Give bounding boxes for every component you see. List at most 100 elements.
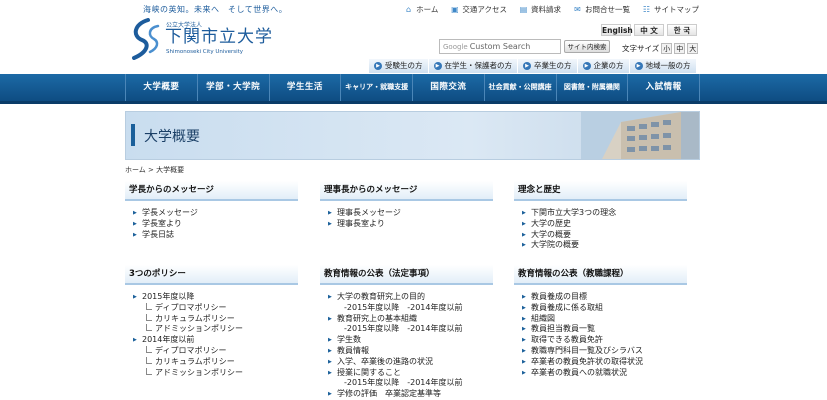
panel-link[interactable]: 大学の教育研究上の目的 [328, 292, 493, 303]
panel-link[interactable]: 組織図 [522, 314, 687, 325]
panel-link-list: 理事長メッセージ理事長室より [320, 208, 493, 230]
audience-label: 地域一般の方 [645, 61, 691, 70]
top-link-document[interactable]: ▤ 資料請求 [519, 4, 561, 15]
panel-heading: 理念と歴史 [514, 181, 687, 201]
document-icon: ▤ [519, 5, 528, 14]
language-korean-button[interactable]: 한 국 [667, 24, 697, 36]
panel-link[interactable]: 2015年度以降 [133, 292, 298, 303]
global-nav: 大学概要 学部・大学院 学生生活 キャリア・就職支援 国際交流 社会貢献・公開講座 図書館・… [0, 74, 827, 104]
language-switcher: English 中 文한 국 [601, 24, 697, 36]
year-links[interactable]: -2015年度以降 -2014年度以前 [328, 378, 493, 389]
panel-link[interactable]: 学長日誌 [133, 230, 298, 241]
panel-link[interactable]: 学修の評価 卒業認定基準等 [328, 389, 493, 400]
audience-label: 受験生の方 [385, 61, 423, 70]
top-link-bus[interactable]: ▣ 交通アクセス [450, 4, 507, 15]
panel-link[interactable]: 入学、卒業後の進路の状況 [328, 357, 493, 368]
panel-link[interactable]: 取得できる教員免許 [522, 335, 687, 346]
mail-icon: ✉ [574, 5, 581, 14]
font-size-medium-button[interactable]: 中 [674, 43, 686, 54]
panel-heading: 3つのポリシー [125, 265, 298, 285]
audience-link[interactable]: ▶ 在学生・保護者の方 [427, 59, 517, 73]
panel-link[interactable]: 大学の概要 [522, 230, 687, 241]
panel-link-list: 下関市立大学3つの理念大学の歴史大学の概要大学院の概要 [514, 208, 687, 251]
audience-label: 在学生・保護者の方 [444, 61, 513, 70]
panel-link[interactable]: 理事長メッセージ [328, 208, 493, 219]
panel-link[interactable]: 教員養成の目標 [522, 292, 687, 303]
nav-item[interactable]: 国際交流 [413, 74, 485, 101]
audience-label: 企業の方 [593, 61, 624, 70]
panel-link[interactable]: 授業に関すること [328, 368, 493, 379]
search-brand: Google [443, 43, 468, 51]
link-panel: 3つのポリシー 2015年度以降ディプロマポリシーカリキュラムポリシーアドミッショ… [125, 265, 298, 378]
panel-link[interactable]: 教員養成に係る取組 [522, 303, 687, 314]
logo-english-name: Shimonoseki City University [166, 49, 244, 55]
sub-link[interactable]: ディプロマポリシー [133, 345, 298, 357]
panel-link[interactable]: 下関市立大学3つの理念 [522, 208, 687, 219]
nav-item[interactable]: 学生生活 [270, 74, 342, 101]
audience-menu: ▶ 受験生の方 ▶ 在学生・保護者の方 ▶ 卒業生の方 ▶ 企業の方 ▶ 地域一般の方 [368, 59, 696, 73]
logo-mark-icon [132, 18, 160, 60]
panel-link[interactable]: 卒業者の教員への就職状況 [522, 368, 687, 379]
nav-item[interactable]: 図書館・附属機関 [557, 74, 629, 101]
top-links: ⌂ ホーム ▣ 交通アクセス ▤ 資料請求 ✉ お問合せ一覧 ☷ サイトマップ [404, 4, 699, 15]
panel-link[interactable]: 大学院の概要 [522, 240, 687, 251]
top-link-label: ホーム [416, 5, 439, 14]
logo-university-name: 下関市立大学 [165, 27, 273, 47]
panel-link[interactable]: 卒業者の教員免許状の取得状況 [522, 357, 687, 368]
link-panel: 学長からのメッセージ学長メッセージ学長室より学長日誌 [125, 181, 298, 240]
sub-link[interactable]: アドミッションポリシー [133, 324, 298, 335]
search-placeholder: Custom Search [469, 42, 531, 51]
nav-item[interactable]: 大学概要 [125, 74, 198, 101]
top-link-sitemap[interactable]: ☷ サイトマップ [642, 4, 699, 15]
language-english-button[interactable]: English [601, 24, 633, 36]
sub-link[interactable]: ディプロマポリシー [133, 302, 298, 314]
nav-item[interactable]: 入試情報 [628, 74, 700, 101]
panel-heading: 教育情報の公表（教職課程） [514, 265, 687, 285]
panel-link[interactable]: 教員担当教員一覧 [522, 324, 687, 335]
audience-label: 卒業生の方 [534, 61, 572, 70]
arrow-circle-icon: ▶ [634, 62, 643, 70]
top-link-home[interactable]: ⌂ ホーム [404, 4, 438, 15]
sub-link[interactable]: カリキュラムポリシー [133, 313, 298, 325]
link-panel: 教育情報の公表（法定事項）大学の教育研究上の目的-2015年度以降 -2014年… [320, 265, 493, 400]
site-search-button[interactable]: サイト内検索 [564, 40, 610, 53]
font-size-small-button[interactable]: 小 [661, 43, 673, 54]
panel-link[interactable]: 2014年度以前 [133, 335, 298, 346]
sub-link[interactable]: アドミッションポリシー [133, 367, 298, 379]
panel-link[interactable]: 学生数 [328, 335, 493, 346]
university-logo[interactable]: 公立大学法人 下関市立大学 Shimonoseki City Universit… [128, 18, 288, 60]
font-size-large-button[interactable]: 大 [687, 43, 699, 54]
font-size-control: 文字サイズ 小 中 大 [622, 43, 699, 54]
audience-link[interactable]: ▶ 卒業生の方 [517, 59, 577, 73]
sub-link[interactable]: カリキュラムポリシー [133, 356, 298, 368]
banner-accent [131, 124, 135, 146]
nav-item[interactable]: 学部・大学院 [198, 74, 270, 101]
year-links[interactable]: -2015年度以降 -2014年度以前 [328, 324, 493, 335]
audience-link[interactable]: ▶ 地域一般の方 [628, 59, 696, 73]
campus-building-image [581, 112, 699, 159]
font-size-label: 文字サイズ [622, 44, 660, 53]
panel-link-list: 大学の教育研究上の目的-2015年度以降 -2014年度以前教育研究上の基本組織… [320, 292, 493, 400]
arrow-circle-icon: ▶ [374, 62, 382, 70]
panel-link[interactable]: 大学の歴史 [522, 219, 687, 230]
site-header: 海峡の英知。未来へ そして世界へ。 公立大学法人 下関市立大学 Shimonos… [0, 0, 827, 74]
panel-link[interactable]: 学長室より [133, 219, 298, 230]
arrow-circle-icon: ▶ [433, 62, 442, 70]
panel-link[interactable]: 教育研究上の基本組織 [328, 314, 493, 325]
language-chinese-button[interactable]: 中 文 [634, 24, 664, 36]
year-links[interactable]: -2015年度以降 -2014年度以前 [328, 303, 493, 314]
panel-link-list: 2015年度以降ディプロマポリシーカリキュラムポリシーアドミッションポリシー20… [125, 292, 298, 378]
panel-link[interactable]: 教職専門科目一覧及びシラバス [522, 346, 687, 357]
page-title: 大学概要 [144, 129, 200, 145]
nav-item[interactable]: 社会貢献・公開講座 [485, 74, 557, 101]
audience-link[interactable]: ▶ 受験生の方 [368, 59, 428, 73]
search-input[interactable]: Google Custom Search [439, 39, 561, 54]
top-link-mail[interactable]: ✉ お問合せ一覧 [573, 4, 630, 15]
audience-link[interactable]: ▶ 企業の方 [576, 59, 629, 73]
panel-link[interactable]: 学長メッセージ [133, 208, 298, 219]
link-panel: 教育情報の公表（教職課程） 教員養成の目標教員養成に係る取組組織図教員担当教員一覧… [514, 265, 687, 378]
panel-link[interactable]: 理事長室より [328, 219, 493, 230]
top-link-label: サイトマップ [654, 5, 699, 14]
panel-link[interactable]: 教員情報 [328, 346, 493, 357]
nav-item[interactable]: キャリア・就職支援 [341, 74, 413, 101]
